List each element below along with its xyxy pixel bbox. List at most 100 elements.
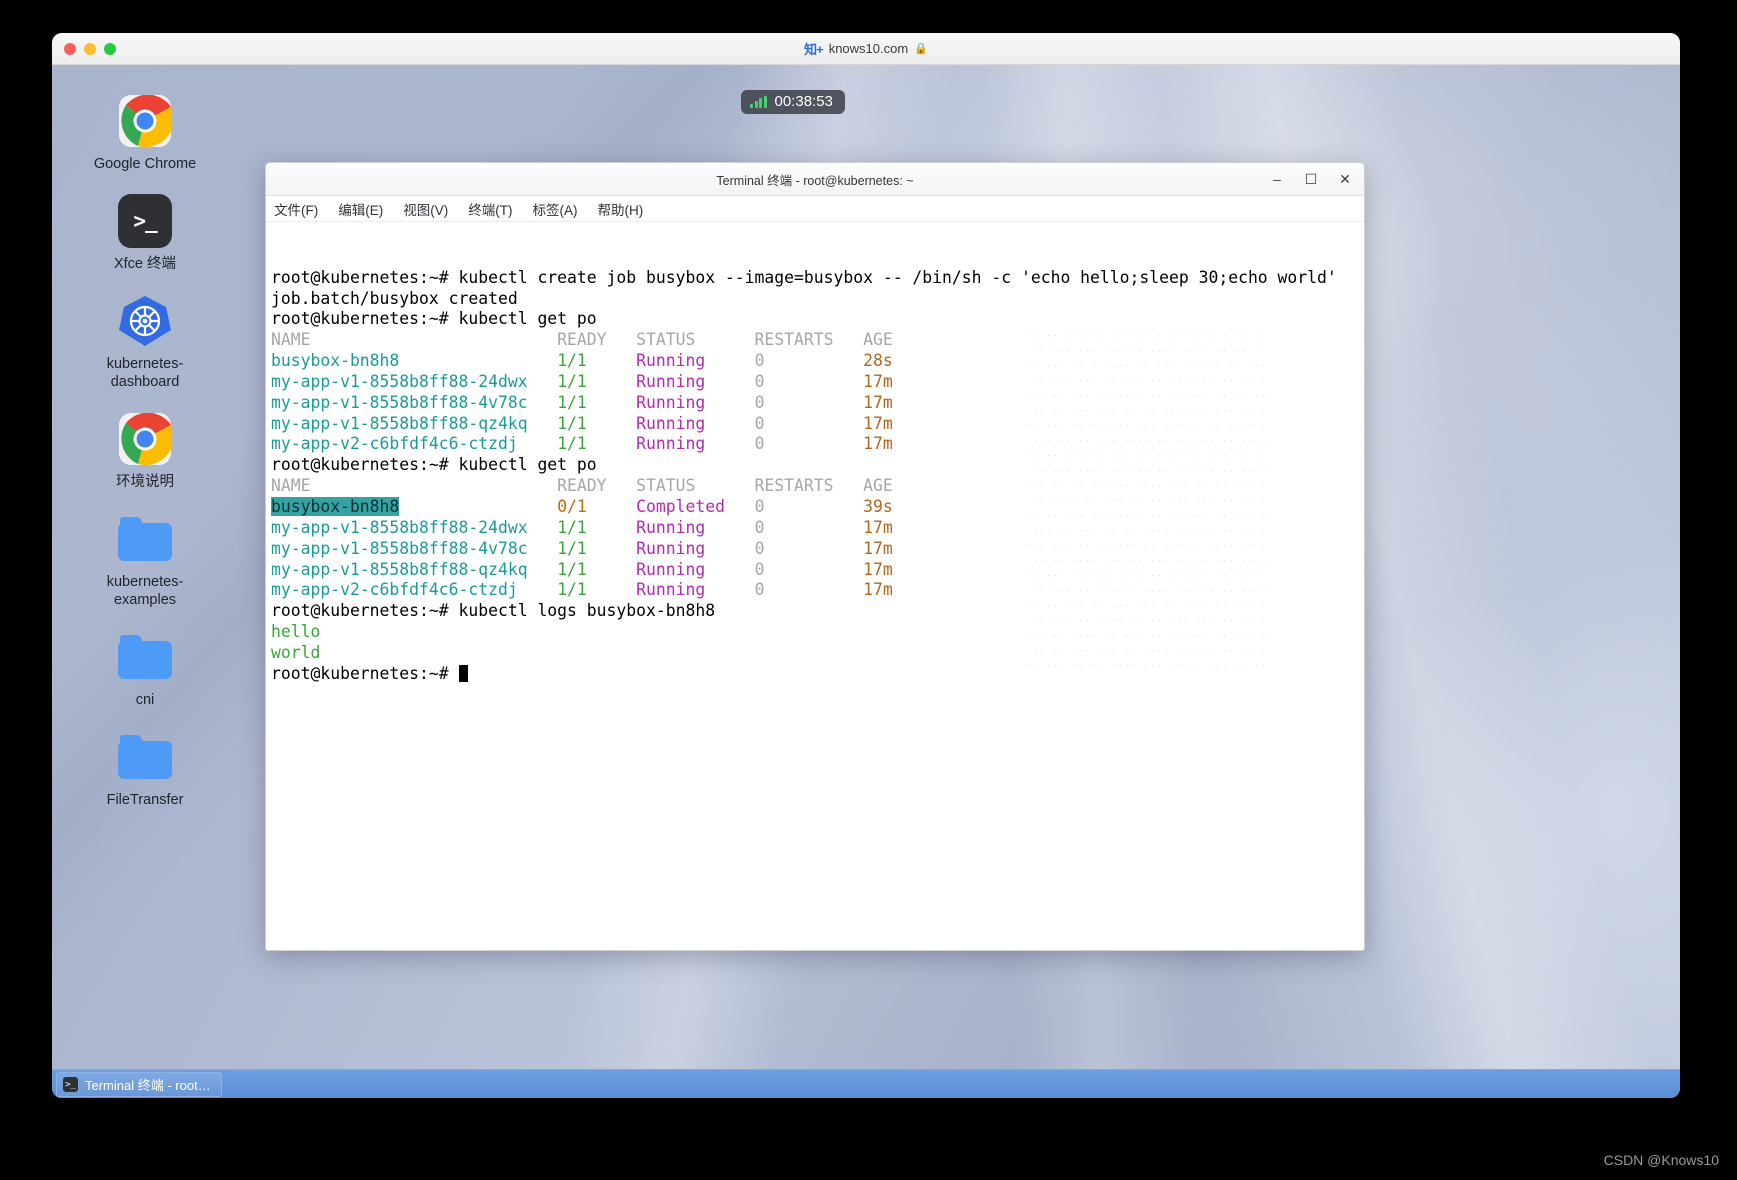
menu-file[interactable]: 文件(F): [271, 197, 321, 221]
terminal-table-row: busybox-bn8h8 1/1 Running 0 28s: [271, 351, 1364, 372]
menu-terminal[interactable]: 终端(T): [465, 197, 515, 221]
desktop-icon-kubernetes-dashboard[interactable]: kubernetes-dashboard: [70, 293, 220, 391]
shell-prompt: root@kubernetes:~#: [271, 309, 459, 329]
terminal-prompt-line: root@kubernetes:~# kubectl logs busybox-…: [271, 601, 1364, 622]
terminal-table-row: my-app-v2-c6bfdf4c6-ctzdj 1/1 Running 0 …: [271, 434, 1364, 455]
pod-ready: 1/1: [557, 517, 587, 537]
zoom-icon[interactable]: [104, 42, 116, 55]
terminal-table-row: my-app-v1-8558b8ff88-24dwx 1/1 Running 0…: [271, 518, 1364, 539]
pod-age: 17m: [863, 434, 893, 454]
cell-gap: [528, 518, 558, 537]
job-created-message: job.batch/busybox created: [271, 289, 1364, 310]
menu-help[interactable]: 帮助(H): [595, 197, 647, 221]
cell-gap: [705, 372, 754, 391]
browser-title: 知+ knows10.com 🔒: [52, 39, 1680, 58]
pod-status: Running: [636, 580, 706, 600]
desktop-icon-filetransfer[interactable]: FileTransfer: [70, 729, 220, 809]
shell-command: kubectl logs busybox-bn8h8: [458, 601, 716, 621]
taskbar: >_ Terminal 终端 - root…: [52, 1069, 1680, 1098]
terminal-titlebar[interactable]: Terminal 终端 - root@kubernetes: ~ – ☐ ✕: [266, 163, 1364, 196]
pod-ready: 1/1: [557, 538, 587, 558]
cell-gap: [587, 372, 636, 391]
pod-ready: 1/1: [557, 371, 587, 391]
cell-gap: [399, 351, 557, 370]
terminal-prompt-line: root@kubernetes:~# kubectl create job bu…: [271, 268, 1364, 289]
pod-restarts: 0: [754, 392, 765, 412]
cell-gap: [764, 393, 863, 412]
pod-status: Running: [636, 538, 706, 558]
pod-ready: 1/1: [557, 413, 587, 433]
terminal-table-row: busybox-bn8h8 0/1 Completed 0 39s: [271, 496, 1364, 518]
desktop-icon-cni[interactable]: cni: [70, 629, 220, 709]
pod-age: 17m: [863, 538, 893, 558]
pod-ready: 1/1: [557, 434, 587, 454]
pod-age: 28s: [863, 351, 893, 371]
minimize-icon[interactable]: –: [1260, 164, 1294, 194]
maximize-icon[interactable]: ☐: [1294, 164, 1328, 194]
cell-gap: [587, 518, 636, 537]
terminal-output[interactable]: root@kubernetes:~# kubectl create job bu…: [266, 222, 1364, 950]
folder-icon: [117, 729, 173, 785]
desktop-icon-label: kubernetes-dashboard: [106, 356, 184, 390]
cell-gap: [764, 434, 863, 453]
table-header-text: NAME READY STATUS RESTARTS AGE: [271, 476, 893, 496]
taskbar-item-terminal[interactable]: >_ Terminal 终端 - root…: [56, 1072, 222, 1097]
close-icon[interactable]: [64, 42, 76, 55]
terminal-prompt-line: root@kubernetes:~# kubectl get po: [271, 455, 1364, 476]
terminal-window: Terminal 终端 - root@kubernetes: ~ – ☐ ✕ 文…: [265, 162, 1365, 951]
terminal-title: Terminal 终端 - root@kubernetes: ~: [716, 173, 914, 188]
cell-gap: [587, 434, 636, 453]
pod-age: 17m: [863, 371, 893, 391]
pod-age: 17m: [863, 392, 893, 412]
cell-gap: [587, 560, 636, 579]
minimize-icon[interactable]: [84, 42, 96, 55]
terminal-icon: >_: [117, 193, 173, 249]
close-icon[interactable]: ✕: [1328, 164, 1362, 194]
desktop-icon-huanjing-shuoming[interactable]: 环境说明: [70, 411, 220, 491]
desktop-icon-google-chrome[interactable]: Google Chrome: [70, 93, 220, 173]
desktop-icon-label: FileTransfer: [106, 792, 184, 808]
pod-status: Running: [636, 434, 706, 454]
pod-ready: 0/1: [557, 496, 587, 516]
menu-tabs[interactable]: 标签(A): [530, 197, 581, 221]
desktop-icon-kubernetes-examples[interactable]: kubernetes-examples: [70, 511, 220, 609]
menu-edit[interactable]: 编辑(E): [335, 197, 386, 221]
shell-prompt: root@kubernetes:~#: [271, 267, 459, 287]
pod-restarts: 0: [754, 434, 765, 454]
pod-restarts: 0: [754, 559, 765, 579]
folder-icon: [117, 629, 173, 685]
lock-icon: 🔒: [914, 43, 928, 55]
cell-gap: [528, 539, 558, 558]
taskbar-item-label: Terminal 终端 - root…: [85, 1078, 211, 1093]
cell-gap: [764, 580, 863, 599]
browser-window: 知+ knows10.com 🔒 00:38:53 Google Chrome …: [52, 33, 1680, 1098]
terminal-table-header: NAME READY STATUS RESTARTS AGE: [271, 330, 1364, 351]
desktop-icon-xfce-terminal[interactable]: >_ Xfce 终端: [70, 193, 220, 273]
pod-name: my-app-v1-8558b8ff88-4v78c: [271, 392, 528, 412]
cell-gap: [528, 372, 558, 391]
pod-restarts: 0: [754, 517, 765, 537]
cell-gap: [764, 560, 863, 579]
pod-restarts: 0: [754, 371, 765, 391]
terminal-table-row: my-app-v1-8558b8ff88-4v78c 1/1 Running 0…: [271, 539, 1364, 560]
terminal-table-row: my-app-v1-8558b8ff88-qz4kq 1/1 Running 0…: [271, 414, 1364, 435]
cell-gap: [518, 434, 557, 453]
shell-command: kubectl get po: [458, 455, 597, 475]
pod-name: my-app-v1-8558b8ff88-24dwx: [271, 371, 528, 391]
pod-name: my-app-v1-8558b8ff88-4v78c: [271, 538, 528, 558]
log-output-line: hello: [271, 622, 321, 642]
window-controls[interactable]: [64, 42, 116, 55]
desktop-icon-list: Google Chrome >_ Xfce 终端 kubernetes-dash…: [70, 93, 220, 829]
desktop-icon-label: kubernetes-examples: [106, 574, 184, 608]
terminal-prompt-line: root@kubernetes:~#: [271, 664, 1364, 685]
pod-restarts: 0: [754, 496, 765, 516]
menu-view[interactable]: 视图(V): [400, 197, 451, 221]
chrome-icon: [117, 411, 173, 467]
cell-gap: [587, 539, 636, 558]
pod-restarts: 0: [754, 580, 765, 600]
pod-status: Running: [636, 413, 706, 433]
kubernetes-icon: [117, 293, 173, 349]
time-overlay: 00:38:53: [741, 90, 845, 114]
shell-command: kubectl create job busybox --image=busyb…: [458, 267, 1337, 287]
cell-gap: [587, 351, 636, 370]
